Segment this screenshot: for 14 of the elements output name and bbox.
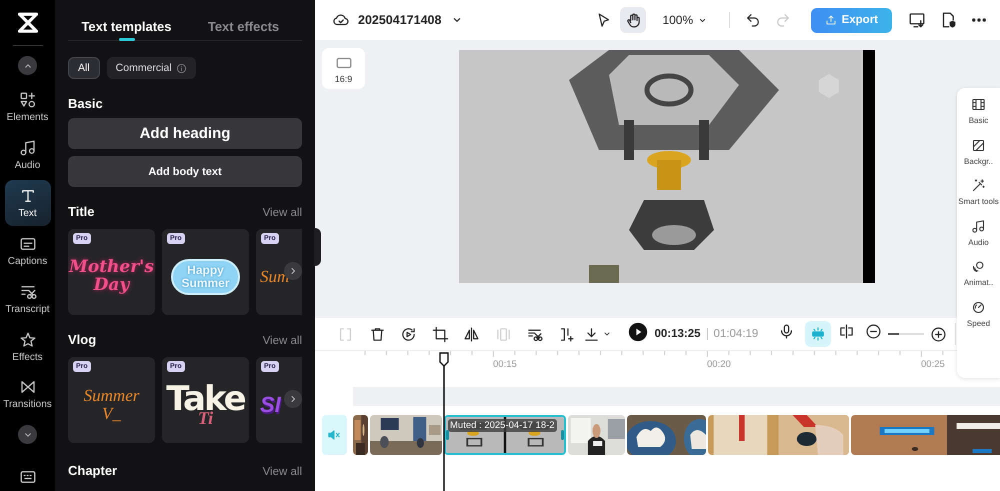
template-preview: Mother's Day (69, 259, 154, 295)
total-duration: 01:04:19 (714, 328, 758, 340)
time-label: 00:15 (493, 359, 517, 370)
section-title: Title (68, 204, 94, 219)
time-label: 00:25 (921, 359, 945, 370)
clip-label: Muted : 2025-04-17 18-2 (448, 419, 557, 432)
current-time: 00:13:25 (654, 328, 701, 340)
template-preview: Summer V_ (84, 387, 140, 423)
time-label: 00:20 (707, 359, 731, 370)
template-preview: Happy Summer (171, 259, 240, 295)
section-title: Vlog (68, 332, 96, 347)
template-preview: SI (260, 393, 281, 417)
section-title: Chapter (68, 463, 118, 478)
section-title: Basic (68, 96, 103, 111)
